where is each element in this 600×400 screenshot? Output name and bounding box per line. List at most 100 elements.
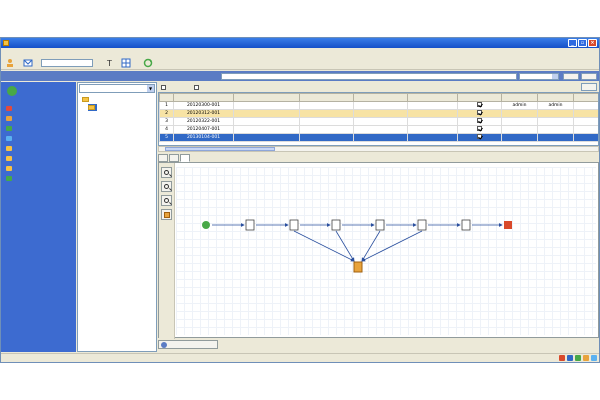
table-cell [457,133,502,142]
tree-node-child[interactable] [88,104,97,111]
detail-tabs [158,154,599,162]
tab-1[interactable] [158,154,168,162]
checkbox-box [194,85,199,90]
column-header[interactable] [573,93,598,102]
info-bar [1,71,599,81]
text-icon[interactable]: T [105,58,115,68]
workflow-node-n5[interactable] [417,219,427,231]
workflow-node-n4[interactable] [375,219,385,231]
left-nav [1,82,76,352]
workflow-node-n1[interactable] [245,219,255,231]
column-header[interactable] [501,93,538,102]
workflow-node-start[interactable] [202,221,210,229]
table-row[interactable]: 1 20120300-001 admin admin [159,101,598,110]
table-cell: admin [537,101,574,110]
table-cell [537,109,574,118]
table-cell [353,133,408,142]
tree-node-root[interactable] [82,96,91,103]
folder-icon [6,156,12,161]
user-icon[interactable] [5,58,15,68]
zoom-in-icon[interactable] [161,181,172,192]
column-header[interactable] [159,93,174,102]
tab-2[interactable] [169,154,179,162]
table-cell [573,133,598,142]
column-header[interactable] [299,93,354,102]
column-header[interactable] [233,93,300,102]
table-cell [573,117,598,126]
horizontal-scrollbar[interactable] [158,146,599,152]
scrollbar-thumb[interactable] [165,147,275,151]
box-glyph [164,212,170,218]
filter-checkbox-2[interactable] [194,84,202,91]
tray-icon[interactable] [559,355,565,361]
toolbar: T [1,56,599,70]
tree-filter-select[interactable]: ▼ [79,84,155,93]
column-header[interactable] [407,93,458,102]
category-select[interactable] [519,73,559,80]
tray-icon[interactable] [567,355,573,361]
nav-item[interactable] [3,134,74,143]
zoom-out-icon[interactable] [161,195,172,206]
maximize-button[interactable]: ▫ [578,39,587,47]
document-icon [6,126,12,131]
table-cell: 2 [159,109,174,118]
join-icon [353,261,363,273]
table-cell [573,109,598,118]
document-icon [6,116,12,121]
info-input[interactable] [221,73,517,80]
table-row[interactable]: 4 20120407-001 [159,125,598,134]
bottom-tab[interactable] [158,340,218,349]
workflow-node-end[interactable] [504,221,512,229]
filter-checkbox-1[interactable] [161,84,169,91]
table-cell [407,101,458,110]
toolbar-search-input[interactable] [41,59,93,67]
nav-item[interactable] [3,164,74,173]
row-checkbox[interactable] [477,110,482,115]
zoom-icon[interactable] [161,167,172,178]
lens-glyph [164,198,169,203]
info-button-2[interactable] [581,73,597,80]
table-row[interactable]: 2 20120312-001 [159,109,598,118]
workflow-canvas [158,162,599,339]
info-button-1[interactable] [563,73,579,80]
select-node-icon[interactable] [161,209,172,220]
refresh-icon[interactable] [143,58,153,68]
grid-icon[interactable] [121,58,131,68]
column-header[interactable] [457,93,502,102]
workflow-node-n3[interactable] [331,219,341,231]
workflow-node-n2[interactable] [289,219,299,231]
tray-icon[interactable] [591,355,597,361]
table-row[interactable]: 5 20130104-001 [159,133,598,142]
grid-header-row [159,93,598,102]
nav-item[interactable] [3,174,74,183]
mail-icon[interactable] [23,58,33,68]
nav-item[interactable] [3,124,74,133]
minimize-button[interactable]: _ [568,39,577,47]
tab-3[interactable] [180,154,190,162]
workflow-node-n6[interactable] [461,219,471,231]
nav-item[interactable] [3,144,74,153]
table-cell [353,101,408,110]
row-checkbox[interactable] [477,102,482,107]
table-row[interactable]: 3 20120322-001 [159,117,598,126]
query-button[interactable] [581,83,597,91]
main-panel: 1 20120300-001 admin admin 2 20120312-001 3 201… [158,82,599,352]
table-cell: 20120312-001 [173,109,234,118]
nav-item[interactable] [3,114,74,123]
table-cell [457,101,502,110]
workflow-node-hub[interactable] [353,261,363,273]
column-header[interactable] [353,93,408,102]
column-header[interactable] [537,93,574,102]
row-checkbox[interactable] [477,126,482,131]
workflow-edges [212,223,503,262]
tray-icon[interactable] [575,355,581,361]
nav-item[interactable] [3,104,74,113]
table-cell [457,117,502,126]
column-header[interactable] [173,93,234,102]
tray-icon[interactable] [583,355,589,361]
nav-item[interactable] [3,154,74,163]
table-cell [353,125,408,134]
row-checkbox[interactable] [477,134,482,139]
close-button[interactable]: × [588,39,597,47]
row-checkbox[interactable] [477,118,482,123]
